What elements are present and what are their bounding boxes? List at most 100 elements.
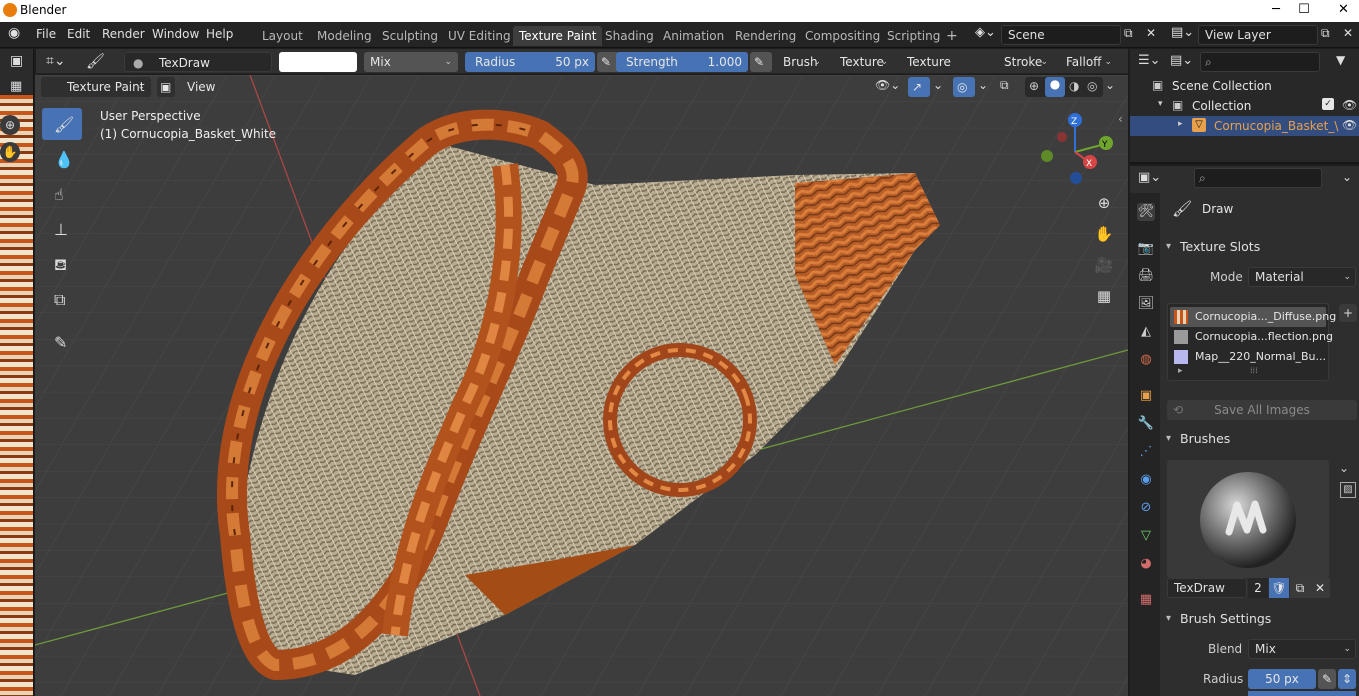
material-tab-icon[interactable]: ◕ (1137, 555, 1155, 573)
menu-window[interactable]: Window (152, 27, 199, 41)
brush-preview[interactable] (1167, 460, 1329, 578)
new-view-layer-icon[interactable]: ⧉ (1321, 26, 1330, 41)
xray-toggle-icon[interactable]: ⧉ (1000, 78, 1009, 93)
clone-tool-button[interactable]: ⊥ (42, 213, 82, 245)
outliner-row-collection[interactable]: ▾ ▣ Collection ✓ 👁 (1130, 96, 1359, 116)
view-layer-tab-icon[interactable]: 🖼 (1137, 295, 1155, 313)
smear-tool-button[interactable]: ☝ (42, 178, 82, 210)
menu-edit[interactable]: Edit (67, 27, 90, 41)
texture-slots-header[interactable]: Texture Slots (1160, 235, 1359, 259)
radius-unit-toggle-icon[interactable]: ⇕ (1338, 669, 1356, 689)
gizmo-neg-x[interactable] (1057, 132, 1067, 142)
shading-dropdown-icon[interactable]: ⌄ (1105, 78, 1115, 92)
delete-view-layer-icon[interactable]: ✕ (1343, 26, 1353, 40)
exclude-checkbox[interactable]: ✓ (1322, 98, 1334, 110)
tab-texture-paint[interactable]: Texture Paint (513, 26, 603, 46)
texture-slot-item[interactable]: Cornucopia...flection.png (1170, 327, 1333, 347)
outliner-row-scene-collection[interactable]: ▣ Scene Collection (1130, 76, 1359, 96)
brush-tool-icon[interactable]: 🖌 (86, 52, 105, 70)
scene-selector-icon[interactable]: ◈⌄ (975, 25, 996, 40)
brush-blend-dropdown[interactable]: Mix ⌄ (1248, 639, 1356, 659)
strength-slider[interactable]: Strength 1.000 (616, 52, 748, 72)
tab-rendering[interactable]: Rendering (729, 26, 802, 46)
brush-name-input[interactable]: TexDraw (1167, 578, 1247, 598)
brush-image-icon[interactable]: ▨ (1340, 482, 1356, 498)
pan-view-icon[interactable]: ✋ (1090, 221, 1118, 249)
brush-options-icon[interactable]: ⌄ (1339, 461, 1349, 475)
annotate-tool-button[interactable]: ✎ (42, 326, 82, 358)
add-slot-button[interactable]: + (1339, 304, 1357, 322)
overlay-toggle-icon[interactable]: ◎ (953, 77, 975, 97)
data-tab-icon[interactable]: ▽ (1137, 527, 1155, 545)
zoom-view-icon[interactable]: ⊕ (1090, 190, 1118, 218)
navigation-gizmo[interactable]: Z Y X (1035, 112, 1115, 192)
list-expand-icon[interactable]: ▸ (1178, 366, 1183, 376)
visibility-dropdown-icon[interactable]: 👁⌄ (875, 78, 900, 92)
blend-mode-dropdown[interactable]: Mix ⌄ (364, 52, 458, 72)
menu-help[interactable]: Help (206, 27, 233, 41)
minimize-button[interactable]: ─ (1262, 0, 1290, 22)
material-shading-icon[interactable]: ◑ (1069, 79, 1079, 93)
scene-name-field[interactable]: Scene (1001, 25, 1121, 45)
expand-collection-icon[interactable]: ▾ (1158, 99, 1163, 109)
texture-tab-icon[interactable]: ▦ (1137, 591, 1155, 609)
ortho-toggle-icon[interactable]: ▦ (1090, 283, 1118, 311)
next-slider-partial[interactable] (1248, 691, 1356, 696)
view-layer-field[interactable]: View Layer (1198, 25, 1318, 45)
close-button[interactable]: ✕ (1328, 0, 1359, 22)
zoom-icon[interactable]: ⊕ (0, 115, 20, 135)
mask-tool-button[interactable]: ⧉ (42, 283, 82, 315)
modifier-tab-icon[interactable]: 🔧 (1137, 415, 1155, 433)
editor-type-icon[interactable]: ▣ (10, 53, 23, 69)
radius-slider[interactable]: Radius 50 px (465, 52, 595, 72)
tab-compositing[interactable]: Compositing (799, 26, 886, 46)
list-resize-grip-icon[interactable]: ⁞⁞⁞ (1250, 366, 1258, 375)
outliner-row-object[interactable]: ▸ ▽ Cornucopia_Basket_\ 👁 (1130, 116, 1359, 136)
texture-mask-menu[interactable]: Texture Mask⌄ (901, 52, 991, 89)
brush-name-field[interactable]: ● TexDraw (124, 52, 272, 72)
slot-mode-dropdown[interactable]: Material ⌄ (1248, 267, 1356, 287)
texture-slot-item[interactable]: Map__220_Normal_Bu... (1170, 347, 1326, 367)
properties-type-icon[interactable]: ▣⌄ (1138, 170, 1161, 185)
visibility-eye-icon[interactable]: 👁 (1342, 98, 1357, 112)
brush-users-count[interactable]: 2 (1248, 578, 1268, 598)
rendered-shading-icon[interactable]: ◎ (1087, 79, 1097, 93)
object-visibility-eye-icon[interactable]: 👁 (1342, 118, 1357, 132)
texture-slot-item[interactable]: Cornucopia..._Diffuse.png (1170, 307, 1336, 327)
expand-object-icon[interactable]: ▸ (1178, 119, 1183, 129)
tab-modeling[interactable]: Modeling (311, 26, 378, 46)
tab-shading[interactable]: Shading (599, 26, 660, 46)
wireframe-shading-icon[interactable]: ⊕ (1029, 79, 1039, 93)
brush-radius-slider[interactable]: 50 px (1248, 669, 1316, 689)
outliner-search-input[interactable]: ⌕ (1200, 52, 1320, 72)
tab-animation[interactable]: Animation (657, 26, 730, 46)
soften-tool-button[interactable]: 💧 (42, 143, 82, 175)
render-tab-icon[interactable]: 📷 (1137, 240, 1155, 258)
delete-scene-icon[interactable]: ✕ (1146, 26, 1156, 40)
duplicate-brush-icon[interactable]: ⧉ (1290, 578, 1310, 598)
stroke-menu[interactable]: Stroke ⌄ (998, 52, 1054, 72)
properties-options-icon[interactable]: ⌄ (1342, 170, 1352, 184)
outliner-type-icon[interactable]: ☰⌄ (1138, 53, 1161, 68)
grid-icon[interactable]: ▦ (10, 79, 22, 94)
gizmo-toggle-icon[interactable]: ↗ (908, 77, 930, 97)
filter-icon[interactable]: ▼ (1336, 53, 1345, 67)
gizmo-neg-y[interactable] (1041, 150, 1053, 162)
output-tab-icon[interactable]: 🖨 (1137, 267, 1155, 285)
texture-menu[interactable]: Texture ⌄ (834, 52, 894, 72)
tool-tab-icon[interactable]: 🛠 (1137, 203, 1155, 221)
menu-render[interactable]: Render (102, 27, 145, 41)
constraints-tab-icon[interactable]: ⊘ (1137, 499, 1155, 517)
draw-tool-button[interactable]: 🖌 (42, 108, 82, 140)
pan-hand-icon[interactable]: ✋ (0, 142, 20, 162)
radius-pressure-toggle-icon[interactable]: ✎ (1318, 669, 1336, 689)
tab-layout[interactable]: Layout (256, 26, 309, 46)
maximize-button[interactable]: ☐ (1290, 0, 1318, 22)
tab-uv-editing[interactable]: UV Editing (442, 26, 517, 46)
fake-user-shield-icon[interactable]: 🛡 (1269, 578, 1289, 598)
brush-settings-header[interactable]: Brush Settings (1160, 607, 1359, 631)
scene-tab-icon[interactable]: ◭ (1137, 323, 1155, 341)
face-mask-toggle-icon[interactable]: ▣ (157, 77, 175, 97)
new-scene-icon[interactable]: ⧉ (1124, 26, 1133, 41)
view-layer-icon[interactable]: ▤⌄ (1171, 25, 1194, 40)
